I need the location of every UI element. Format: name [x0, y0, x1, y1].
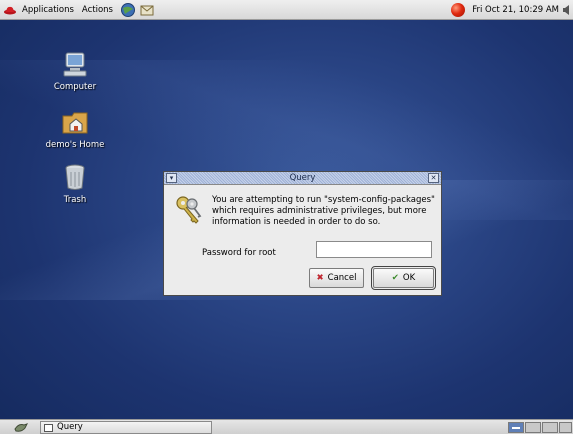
keys-icon: [176, 196, 202, 224]
trash-icon: [60, 163, 90, 191]
redhat-icon: [4, 6, 16, 14]
dialog-title: Query: [289, 173, 316, 183]
show-desktop-icon[interactable]: [14, 422, 28, 433]
desktop-icon-computer[interactable]: Computer: [35, 50, 115, 92]
ok-button[interactable]: ✔ OK: [371, 266, 436, 290]
actions-menu[interactable]: Actions: [78, 0, 117, 20]
workspace-1[interactable]: [508, 422, 524, 433]
close-icon[interactable]: ✕: [428, 173, 439, 183]
ok-check-icon: ✔: [391, 273, 399, 283]
clock[interactable]: Fri Oct 21, 10:29 AM: [468, 5, 563, 15]
cancel-icon: ✖: [316, 273, 324, 283]
taskbar-item-label: Query: [57, 422, 83, 432]
workspace-window-indicator: [512, 427, 520, 429]
query-dialog: ▾ Query ✕ You are attempting to run "sys…: [163, 171, 442, 296]
email-client-icon[interactable]: [139, 2, 155, 18]
ok-label: OK: [402, 273, 416, 283]
taskbar-item-query[interactable]: Query: [40, 421, 212, 434]
window-icon: [44, 424, 53, 432]
cancel-label: Cancel: [327, 273, 357, 283]
desktop-icon-home[interactable]: demo's Home: [35, 108, 115, 150]
applications-menu[interactable]: Applications: [18, 0, 78, 20]
dialog-message: You are attempting to run "system-config…: [212, 195, 435, 227]
volume-icon[interactable]: [563, 4, 571, 16]
workspace-3[interactable]: [542, 422, 558, 433]
workspace-2[interactable]: [525, 422, 541, 433]
desktop-icon-label: Computer: [53, 82, 97, 92]
bottom-panel: Query: [0, 419, 573, 434]
computer-icon: [60, 50, 90, 78]
cancel-button[interactable]: ✖ Cancel: [309, 268, 364, 288]
dialog-titlebar[interactable]: ▾ Query ✕: [164, 172, 441, 185]
desktop-icon-label: demo's Home: [45, 140, 105, 150]
desktop-icon-trash[interactable]: Trash: [35, 163, 115, 205]
workspace-4[interactable]: [559, 422, 572, 433]
web-browser-icon[interactable]: [120, 2, 136, 18]
desktop-icon-label: Trash: [63, 195, 87, 205]
update-notifier-icon[interactable]: [451, 2, 466, 17]
password-label: Password for root: [202, 248, 276, 258]
top-panel: Applications Actions Fri Oct 21, 10:29 A…: [0, 0, 573, 20]
password-field[interactable]: [316, 241, 432, 258]
home-folder-icon: [60, 108, 90, 136]
